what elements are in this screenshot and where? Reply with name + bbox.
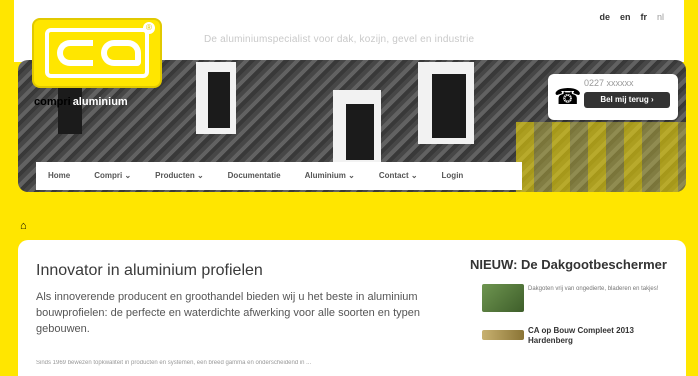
body-paragraph: Sinds 1969 bewezen topkwaliteit in produ…: [36, 360, 312, 366]
hero-window: [432, 74, 466, 138]
main-nav: Home Compri ⌄ Producten ⌄ Documentatie A…: [36, 162, 522, 190]
nav-documentatie[interactable]: Documentatie: [216, 162, 293, 190]
news-item-text: Dakgoten vrij van ongedierte, bladeren e…: [528, 286, 659, 292]
nav-producten[interactable]: Producten ⌄: [143, 162, 215, 190]
logo-letter-a: [101, 40, 141, 66]
news-title[interactable]: NIEUW: De Dakgootbeschermer: [470, 256, 670, 274]
news-thumbnail: [482, 284, 524, 312]
home-icon[interactable]: ⌂: [20, 220, 27, 232]
callback-button[interactable]: Bel mij terug ›: [584, 92, 670, 108]
news-item[interactable]: Dakgoten vrij van ongedierte, bladeren e…: [470, 284, 670, 318]
registered-mark: ®: [143, 22, 155, 34]
brand-name: compri aluminium: [34, 96, 128, 112]
hero-window: [208, 72, 230, 128]
news-sidebar: NIEUW: De Dakgootbeschermer Dakgoten vri…: [470, 256, 670, 362]
lang-fr[interactable]: fr: [640, 12, 647, 22]
page-title: Innovator in aluminium profielen: [36, 262, 263, 279]
ca-logo[interactable]: ®: [32, 18, 162, 88]
lang-de[interactable]: de: [599, 12, 610, 22]
lang-nl[interactable]: nl: [657, 12, 664, 22]
logo-letter-c: [57, 40, 93, 66]
phone-icon: ☎: [554, 84, 582, 109]
callback-box: ☎ 0227 xxxxxx Bel mij terug ›: [548, 74, 678, 120]
language-switcher: de en fr nl: [599, 12, 664, 22]
ca-logo-mark: ®: [45, 22, 155, 78]
lead-paragraph: Als innoverende producent en groothandel…: [36, 291, 421, 335]
nav-login[interactable]: Login: [430, 162, 476, 190]
nav-compri[interactable]: Compri ⌄: [82, 162, 143, 190]
brand-compri: compri: [34, 96, 71, 108]
breadcrumb-home[interactable]: ⌂: [20, 220, 27, 232]
brand-aluminium: aluminium: [72, 96, 128, 108]
hero-yellow-panel: [516, 122, 686, 192]
news-item[interactable]: CA op Bouw Compleet 2013 Hardenberg: [470, 326, 670, 362]
lang-en[interactable]: en: [620, 12, 631, 22]
news-thumbnail: [482, 330, 524, 340]
news-item-text: CA op Bouw Compleet 2013 Hardenberg: [528, 326, 634, 345]
phone-number: 0227 xxxxxx: [584, 78, 634, 88]
tagline: De aluminiumspecialist voor dak, kozijn,…: [204, 34, 475, 45]
nav-contact[interactable]: Contact ⌄: [367, 162, 430, 190]
nav-aluminium[interactable]: Aluminium ⌄: [293, 162, 367, 190]
hero-window: [346, 104, 374, 160]
nav-home[interactable]: Home: [36, 162, 82, 190]
